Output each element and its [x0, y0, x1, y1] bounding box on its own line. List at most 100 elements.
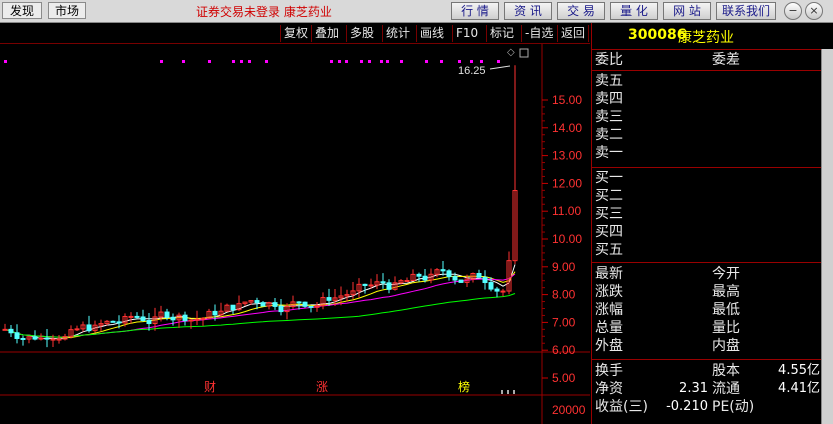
overlay-button[interactable]: 叠加	[311, 25, 342, 42]
candle-body	[38, 337, 44, 340]
candle-body	[170, 316, 176, 321]
draw-line-button[interactable]: 画线	[416, 25, 447, 42]
candle-body	[20, 337, 26, 340]
share-capital-label: 股本	[712, 363, 740, 379]
nav-quant-button[interactable]: 量 化	[610, 2, 658, 20]
price-tick-label: 8.00	[552, 288, 576, 302]
signal-dot	[182, 60, 185, 63]
sell2-label: 卖二	[595, 127, 623, 143]
signal-dot	[345, 60, 348, 63]
buy5-label: 买五	[595, 242, 623, 258]
multi-stock-button[interactable]: 多股	[346, 25, 377, 42]
buy3-label: 买三	[595, 206, 623, 222]
candle-body	[416, 273, 422, 277]
order-ratio-label: 委比	[595, 52, 623, 68]
candle-body	[194, 318, 200, 321]
f10-button[interactable]: F10	[452, 25, 481, 42]
candle-body	[260, 302, 266, 307]
candle-body	[326, 297, 332, 301]
signal-dot	[480, 60, 483, 63]
candle-body	[458, 279, 464, 283]
candle-body	[500, 290, 506, 293]
chart-toolbar: 复权 叠加 多股 统计 画线 F10 标记 -自选 返回	[0, 23, 590, 44]
candle-body	[86, 324, 92, 332]
volume-bar	[501, 390, 503, 394]
kline-chart[interactable]: 15.00 14.00 13.00 12.00 11.00 10.00 9.00 8.00 7.…	[0, 44, 590, 424]
price-tick-label: 10.00	[552, 232, 582, 246]
signal-dot	[368, 60, 371, 63]
mark-button[interactable]: 标记	[486, 25, 517, 42]
signal-dot	[497, 60, 500, 63]
volume-ratio-label: 量比	[712, 320, 740, 336]
sell4-label: 卖四	[595, 91, 623, 107]
signal-dot	[386, 60, 389, 63]
candle-body	[74, 328, 80, 331]
open-label: 今开	[712, 266, 740, 282]
candle-body	[302, 301, 308, 307]
signal-dot	[400, 60, 403, 63]
candle-body	[404, 280, 410, 283]
nav-contact-button[interactable]: 联系我们	[716, 2, 776, 20]
window-title: 证券交易未登录 康芝药业	[196, 5, 332, 19]
float-shares-label: 流通	[712, 381, 740, 397]
volume-axis-label: 20000	[552, 403, 586, 417]
order-diff-label: 委差	[712, 52, 740, 68]
high-price-annotation: 16.25	[458, 65, 486, 77]
candle-body	[188, 319, 194, 322]
candle-body	[110, 320, 116, 323]
signal-dot	[160, 60, 163, 63]
low-label: 最低	[712, 302, 740, 318]
price-tick-label: 5.00	[552, 371, 576, 385]
nav-news-button[interactable]: 资 讯	[504, 2, 552, 20]
candle-body	[182, 314, 188, 322]
minimize-icon[interactable]: −	[784, 2, 802, 20]
candle-body	[200, 317, 206, 320]
price-tick-label: 14.00	[552, 121, 582, 135]
candle-body	[278, 305, 284, 313]
add-watchlist-button[interactable]: -自选	[521, 25, 556, 42]
ma-line	[4, 293, 516, 338]
panel-scrollbar[interactable]	[821, 49, 833, 424]
candle-body	[494, 288, 500, 292]
market-tab[interactable]: 市场	[48, 2, 86, 19]
price-tick-label: 9.00	[552, 260, 576, 274]
total-volume-label: 总量	[595, 320, 623, 336]
pe-label: PE(动)	[712, 399, 755, 415]
statistics-button[interactable]: 统计	[382, 25, 413, 42]
nav-trade-button[interactable]: 交 易	[557, 2, 605, 20]
discover-tab[interactable]: 发现	[2, 2, 42, 19]
close-icon[interactable]: ×	[805, 2, 823, 20]
candlesticks	[2, 65, 518, 394]
candle-body	[308, 305, 314, 308]
change-label: 涨跌	[595, 284, 623, 300]
signal-dot	[440, 60, 443, 63]
candle-body	[146, 319, 152, 325]
top-bar: 发现 市场 证券交易未登录 康芝药业 行 情 资 讯 交 易 量 化 网 站 联…	[0, 0, 833, 23]
candle-body	[362, 283, 368, 286]
candle-body	[230, 304, 236, 311]
volume-bar	[513, 390, 515, 394]
stock-name: 康芝药业	[678, 30, 734, 46]
candle-body	[272, 302, 278, 307]
signal-dot	[360, 60, 363, 63]
diamond-icon: ◇	[507, 47, 515, 58]
inner-volume-label: 内盘	[712, 338, 740, 354]
signal-dot	[425, 60, 428, 63]
volume-bar	[507, 390, 509, 394]
marker-rise: 涨	[316, 379, 328, 394]
candle-body	[134, 315, 140, 318]
back-button[interactable]: 返回	[557, 25, 590, 42]
buy4-label: 买四	[595, 224, 623, 240]
stock-header: 300086 康芝药业	[592, 23, 833, 49]
nav-quotes-button[interactable]: 行 情	[451, 2, 499, 20]
candle-body	[452, 276, 458, 281]
candle-body	[128, 315, 134, 318]
outer-volume-label: 外盘	[595, 338, 623, 354]
candle-body	[386, 282, 392, 290]
candle-body	[14, 332, 20, 339]
nav-website-button[interactable]: 网 站	[663, 2, 711, 20]
signal-dot	[330, 60, 333, 63]
candle-body	[422, 275, 428, 281]
eps-value: -0.210	[666, 399, 708, 414]
restore-rights-button[interactable]: 复权	[280, 25, 311, 42]
